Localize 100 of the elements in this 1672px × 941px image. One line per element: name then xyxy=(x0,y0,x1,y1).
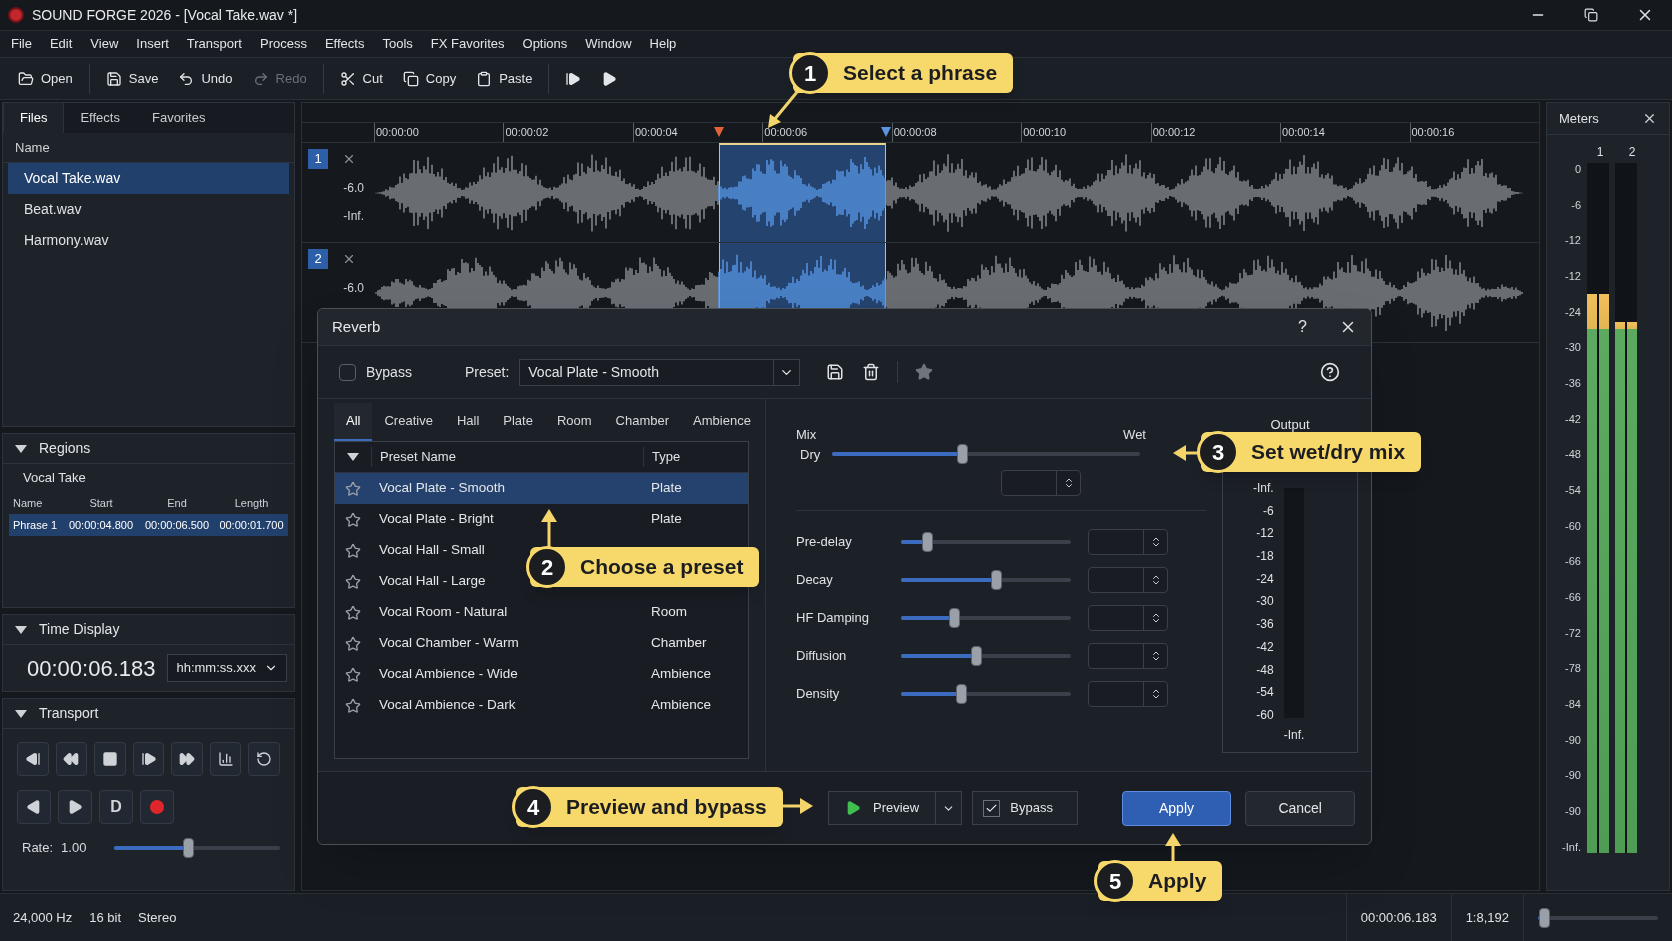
preset-name: Vocal Chamber - Warm xyxy=(378,634,520,653)
panel-title: Time Display xyxy=(39,620,120,639)
time-tick: 00:00:08 xyxy=(891,123,1022,142)
preset-name: Vocal Plate - Smooth xyxy=(378,479,507,498)
meter-scale-label: -42 xyxy=(1256,640,1274,654)
column-header: Name xyxy=(12,495,44,511)
column-header: Length xyxy=(233,495,270,511)
meter-scale-label: -90 xyxy=(1565,769,1581,782)
preset-name: Vocal Plate - Bright xyxy=(378,510,495,529)
preview-label: Preview xyxy=(873,799,920,818)
meter-scale-label: -84 xyxy=(1565,698,1581,711)
meter-scale-label: -30 xyxy=(1565,341,1581,354)
time-tick: 00:00:00 xyxy=(374,123,504,142)
status-text: 16 bit xyxy=(89,908,122,927)
preset-name: Vocal Hall - Small xyxy=(378,541,486,560)
meter-scale-label: -36 xyxy=(1256,618,1274,632)
preset-type: Chamber xyxy=(650,634,707,653)
wet-label: Wet xyxy=(1123,426,1146,444)
step-number: 2 xyxy=(526,546,568,588)
meter-scale-label: -48 xyxy=(1256,663,1274,677)
meter-scale-label: -54 xyxy=(1565,484,1581,497)
dry-label: Dry xyxy=(800,445,821,464)
preset-type: Plate xyxy=(650,510,682,529)
time-tick: 00:00:12 xyxy=(1150,123,1281,142)
status-text: 24,000 Hz xyxy=(13,908,73,927)
column-header: End xyxy=(166,495,188,511)
meter-scale-label: -90 xyxy=(1565,733,1581,746)
meter-scale-label: -24 xyxy=(1256,572,1274,586)
column-header: Preset Name xyxy=(371,447,643,467)
meter-scale-label: -36 xyxy=(1565,377,1581,390)
dialog-title: Reverb xyxy=(332,316,381,337)
step-number: 4 xyxy=(512,786,554,828)
output-label: Output xyxy=(1270,416,1310,434)
region-group: Vocal Take xyxy=(3,464,294,492)
meter-scale-label: -Inf. xyxy=(1253,482,1274,495)
preset-type: Ambience xyxy=(650,696,712,715)
time-tick: 00:00:16 xyxy=(1409,123,1539,142)
meter-scale-label: -12 xyxy=(1256,527,1274,541)
step-number: 5 xyxy=(1094,860,1136,902)
meter-scale-label: 0 xyxy=(1574,163,1581,175)
callout-text: Preview and bypass xyxy=(566,794,767,821)
meter-scale-label: -18 xyxy=(1256,550,1274,564)
meter-scale-label: -66 xyxy=(1565,591,1581,604)
time-tick: 00:00:04 xyxy=(632,123,763,142)
rate-label: Rate: xyxy=(22,839,54,857)
column-header: Name xyxy=(15,138,50,157)
meter-scale-label: -42 xyxy=(1565,412,1581,425)
status-time: 00:00:06.183 xyxy=(1345,894,1451,941)
panel-title: Meters xyxy=(1559,109,1599,128)
table-cell-text: 00:00:06.500 xyxy=(143,517,211,533)
parameter-label: HF Damping xyxy=(796,609,870,628)
meter-scale-label: -54 xyxy=(1256,686,1274,700)
meter-scale-label: -6 xyxy=(1571,198,1581,211)
time-tick: 00:00:02 xyxy=(503,123,633,142)
meter-scale-label: -60 xyxy=(1256,708,1274,722)
meter-scale-label: -24 xyxy=(1565,305,1581,318)
meter-scale-label: -72 xyxy=(1565,626,1581,639)
panel-title: Transport xyxy=(39,704,99,723)
panel-title: Regions xyxy=(39,439,91,458)
channel-label: 1 xyxy=(1595,144,1605,161)
time-tick: 00:00:14 xyxy=(1280,123,1410,142)
table-cell-text: Phrase 1 xyxy=(12,517,59,533)
preset-name: Vocal Ambience - Wide xyxy=(378,665,519,684)
meter-scale-label: -12 xyxy=(1565,234,1581,247)
meter-scale-label: -48 xyxy=(1565,448,1581,461)
meter-scale-label: -78 xyxy=(1565,662,1581,675)
mix-label: Mix xyxy=(796,426,817,444)
preset-type: Plate xyxy=(650,479,682,498)
level-label: -6.0 xyxy=(343,180,365,197)
column-header: Type xyxy=(643,447,681,467)
status-text: Stereo xyxy=(138,908,177,927)
column-header: Start xyxy=(88,495,114,511)
table-cell-text: 00:00:01.700 xyxy=(218,517,285,533)
zoom-ratio: 1:8,192 xyxy=(1450,894,1524,941)
time-tick: 00:00:10 xyxy=(1021,123,1151,142)
checkbox-label: Bypass xyxy=(366,362,412,382)
step-number: 3 xyxy=(1197,431,1239,473)
level-label: -6.0 xyxy=(343,280,365,297)
callout-text: Choose a preset xyxy=(580,554,744,581)
preset-type: Ambience xyxy=(650,665,712,684)
parameter-label: Decay xyxy=(796,571,834,590)
rate-value: 1.00 xyxy=(61,839,88,857)
meter-scale-label: -12 xyxy=(1565,270,1581,282)
table-cell-text: 00:00:04.800 xyxy=(67,517,135,533)
window-title: SOUND FORGE 2026 - [Vocal Take.wav *] xyxy=(32,5,298,25)
meter-scale-label: -66 xyxy=(1565,555,1581,568)
preset-name: Vocal Ambience - Dark xyxy=(378,696,517,715)
time-readout: 00:00:06.183 xyxy=(27,654,156,683)
meter-scale-label: -30 xyxy=(1256,595,1274,609)
preset-name: Vocal Hall - Large xyxy=(378,572,487,591)
level-label: -Inf. xyxy=(343,208,365,225)
callout-text: Set wet/dry mix xyxy=(1251,439,1406,466)
meter-scale-label: -60 xyxy=(1565,519,1581,532)
meter-scale-label: -Inf. xyxy=(1562,840,1581,853)
step-number: 1 xyxy=(789,52,831,94)
channel-label: 2 xyxy=(1627,144,1637,161)
meter-scale-label: -90 xyxy=(1565,805,1581,818)
parameter-label: Pre-delay xyxy=(796,533,853,552)
preset-name: Vocal Room - Natural xyxy=(378,603,509,622)
preset-label: Preset: xyxy=(464,362,510,382)
